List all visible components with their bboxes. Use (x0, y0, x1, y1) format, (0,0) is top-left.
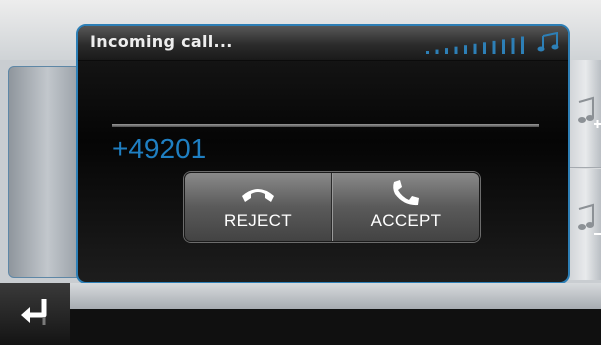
hang-up-phone-icon (242, 189, 274, 202)
caller-separator-line (112, 124, 539, 127)
signal-bar (473, 43, 477, 54)
left-side-panel (8, 66, 80, 278)
bottom-strip (70, 283, 601, 309)
reject-label: REJECT (224, 211, 292, 230)
music-note-icon (537, 32, 559, 52)
signal-bar (454, 46, 458, 54)
signal-bar (464, 45, 467, 54)
signal-bar (483, 42, 486, 54)
signal-bar (511, 37, 515, 54)
signal-strength-icon (426, 36, 524, 54)
accept-label: ACCEPT (370, 211, 442, 230)
caller-number: +49201 (112, 133, 207, 164)
signal-bar (426, 51, 429, 54)
dialog-titlebar: Incoming call... (78, 26, 568, 61)
call-action-buttons: REJECT ACCEPT (184, 172, 480, 242)
screen: Incoming call... +49201 REJECT ACCEPT (0, 0, 601, 345)
answer-phone-icon (393, 180, 419, 206)
incoming-call-dialog: Incoming call... +49201 REJECT ACCEPT (76, 24, 570, 284)
accept-button[interactable]: ACCEPT (332, 173, 479, 241)
music-note-minus-icon (578, 203, 601, 235)
dialog-title: Incoming call... (90, 32, 233, 51)
signal-bar (521, 36, 524, 54)
signal-bar (492, 40, 496, 54)
signal-bar (445, 48, 448, 54)
signal-bar (502, 39, 505, 54)
back-button[interactable] (0, 283, 70, 345)
back-arrow-icon (21, 299, 47, 325)
signal-bar (435, 49, 439, 54)
music-note-plus-icon (578, 96, 601, 128)
reject-button[interactable]: REJECT (185, 173, 332, 241)
bottom-bar (0, 283, 601, 345)
